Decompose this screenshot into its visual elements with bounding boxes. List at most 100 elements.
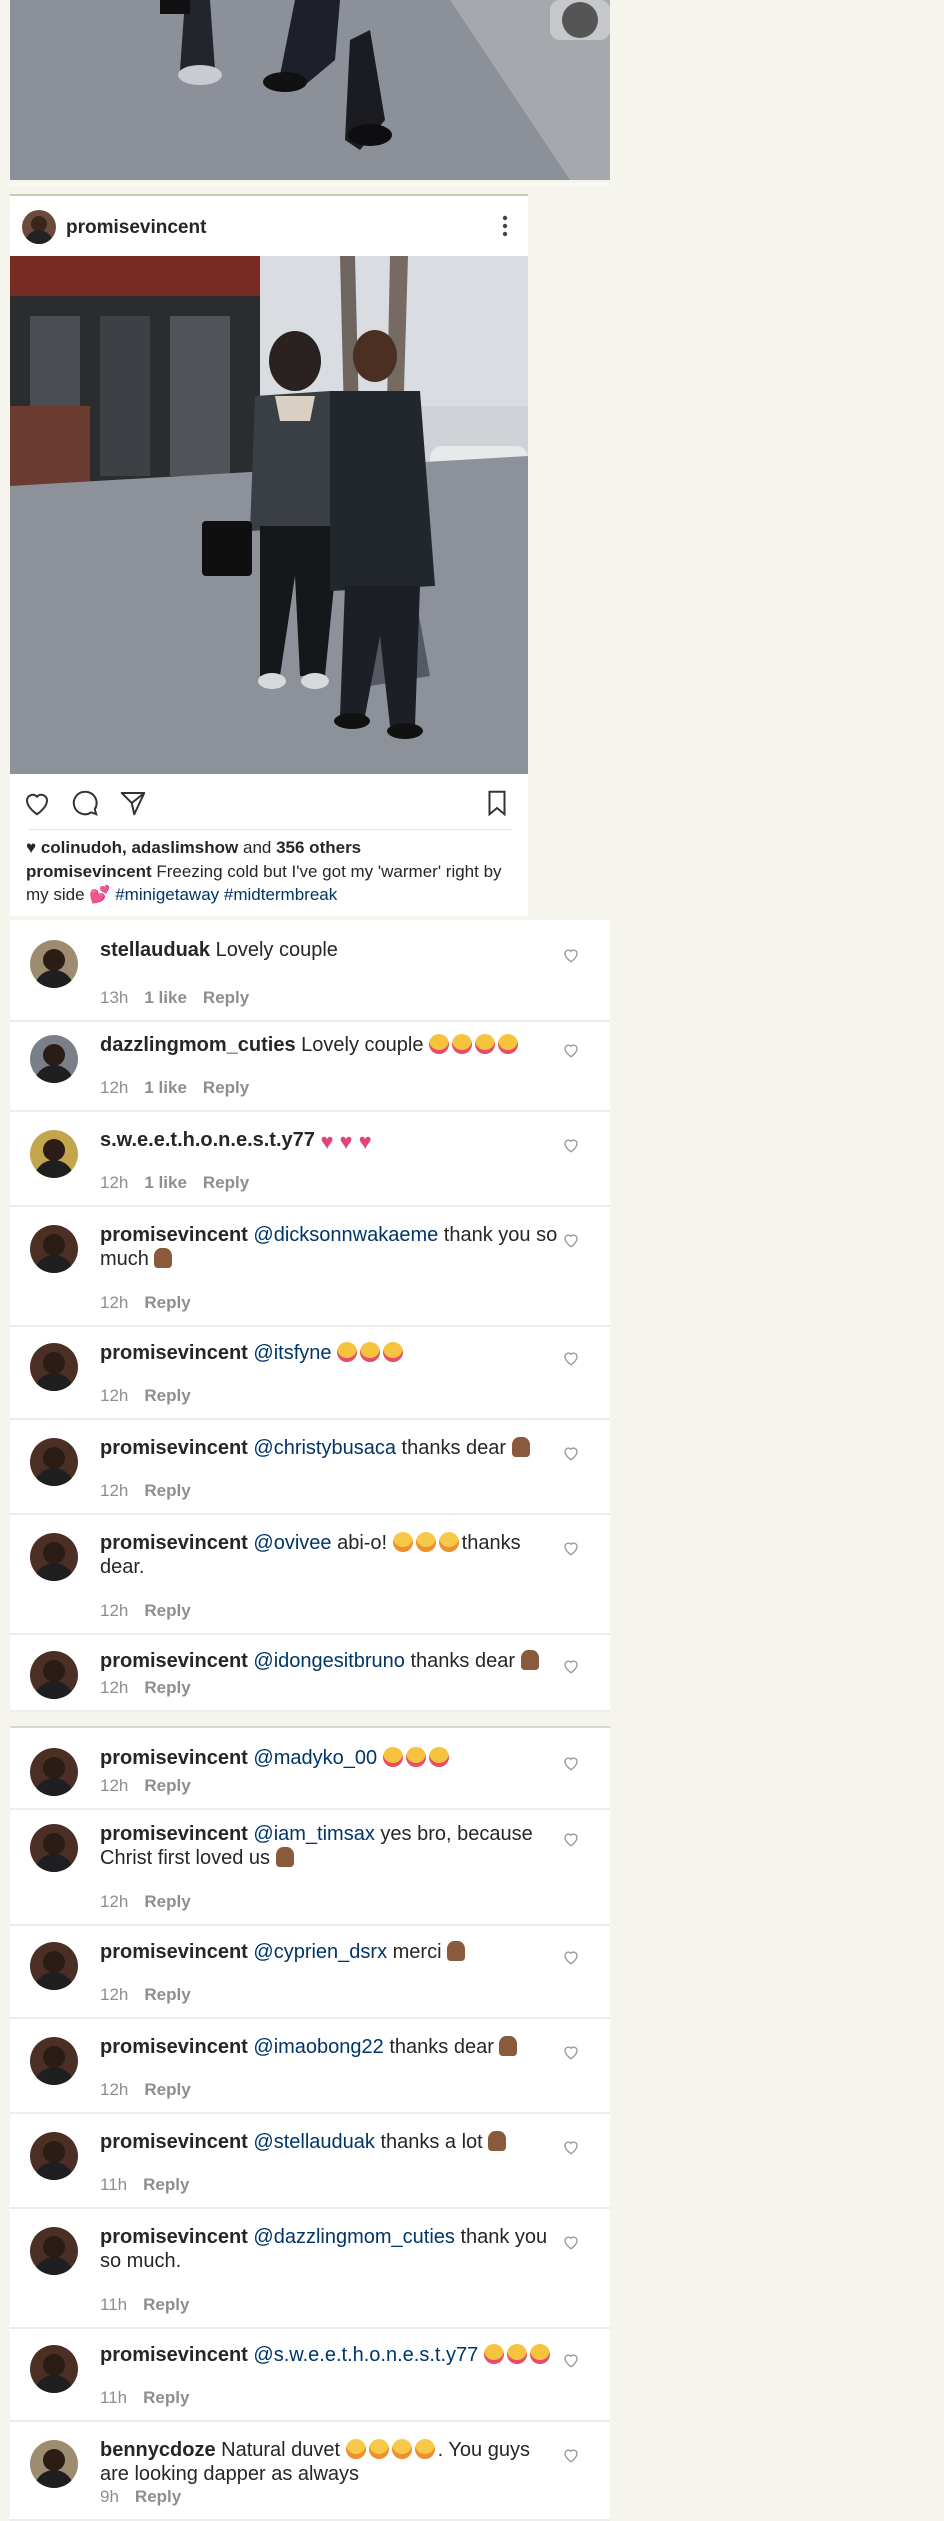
- reply-button[interactable]: Reply: [203, 1078, 249, 1097]
- avatar[interactable]: [30, 1533, 78, 1581]
- avatar[interactable]: [30, 2132, 78, 2180]
- comment-username[interactable]: promisevincent: [100, 1650, 248, 1672]
- comment-like-heart-icon[interactable]: [562, 1136, 580, 1154]
- avatar[interactable]: [30, 1748, 78, 1796]
- comment-like-heart-icon[interactable]: [562, 1830, 580, 1848]
- avatar[interactable]: [30, 1651, 78, 1699]
- hashtags[interactable]: #minigetaway #midtermbreak: [115, 885, 337, 904]
- reply-button[interactable]: Reply: [143, 2388, 189, 2407]
- avatar[interactable]: [30, 940, 78, 988]
- mention-link[interactable]: @itsfyne: [253, 1342, 331, 1364]
- comment-username[interactable]: promisevincent: [100, 2131, 248, 2153]
- comment-row: promisevincent @iam_timsax yes bro, beca…: [10, 1804, 610, 1926]
- avatar[interactable]: [30, 1824, 78, 1872]
- post-photo[interactable]: [10, 256, 528, 774]
- comment-like-heart-icon[interactable]: [562, 2138, 580, 2156]
- reply-button[interactable]: Reply: [203, 988, 249, 1007]
- more-options-icon[interactable]: [502, 214, 508, 238]
- bookmark-icon[interactable]: [482, 788, 512, 818]
- comment-icon[interactable]: [70, 788, 100, 818]
- comment-username[interactable]: promisevincent: [100, 1747, 248, 1769]
- comment-row: promisevincent @itsfyne 12h Reply: [10, 1323, 610, 1420]
- comment-like-heart-icon[interactable]: [562, 1349, 580, 1367]
- comment-like-heart-icon[interactable]: [562, 2233, 580, 2251]
- like-heart-icon[interactable]: [22, 788, 52, 818]
- comment-like-heart-icon[interactable]: [562, 1657, 580, 1675]
- avatar[interactable]: [30, 1343, 78, 1391]
- mention-link[interactable]: @s.w.e.e.t.h.o.n.e.s.t.y77: [253, 2344, 478, 2366]
- avatar[interactable]: [22, 210, 56, 244]
- comment-like-heart-icon[interactable]: [562, 1444, 580, 1462]
- comment-like-heart-icon[interactable]: [562, 946, 580, 964]
- likes-summary[interactable]: ♥ colinudoh, adaslimshow and 356 others: [26, 838, 361, 858]
- mention-link[interactable]: @dicksonnwakaeme: [253, 1224, 438, 1246]
- comment-body: thanks dear: [401, 1437, 507, 1459]
- reply-button[interactable]: Reply: [144, 1386, 190, 1405]
- comment-meta: 12h Reply: [100, 1776, 191, 1796]
- comment-username[interactable]: stellauduak: [100, 939, 210, 961]
- mention-link[interactable]: @ovivee: [253, 1532, 331, 1554]
- avatar[interactable]: [30, 1225, 78, 1273]
- divider: [10, 1712, 610, 1728]
- mention-link[interactable]: @madyko_00: [253, 1747, 377, 1769]
- avatar[interactable]: [30, 1130, 78, 1178]
- kiss-emoji-icon: [428, 1747, 449, 1767]
- post-username[interactable]: promisevincent: [66, 217, 206, 239]
- comment-username[interactable]: promisevincent: [100, 1941, 248, 1963]
- mention-link[interactable]: @dazzlingmom_cuties: [253, 2226, 455, 2248]
- mention-link[interactable]: @stellauduak: [253, 2131, 374, 2153]
- reply-button[interactable]: Reply: [144, 1776, 190, 1795]
- comment-like-heart-icon[interactable]: [562, 1948, 580, 1966]
- comment-username[interactable]: s.w.e.e.t.h.o.n.e.s.t.y77: [100, 1129, 315, 1151]
- mention-link[interactable]: @iam_timsax: [253, 1823, 374, 1845]
- comment-likes[interactable]: 1 like: [144, 1078, 187, 1097]
- reply-button[interactable]: Reply: [144, 1678, 190, 1697]
- reply-button[interactable]: Reply: [144, 1601, 190, 1620]
- comment-likes[interactable]: 1 like: [144, 988, 187, 1007]
- mention-link[interactable]: @christybusaca: [253, 1437, 396, 1459]
- others-count[interactable]: 356 others: [276, 838, 361, 857]
- comment-username[interactable]: promisevincent: [100, 2226, 248, 2248]
- comment-row: promisevincent @stellauduak thanks a lot…: [10, 2112, 610, 2209]
- reply-button[interactable]: Reply: [143, 2175, 189, 2194]
- comment-username[interactable]: bennycdoze: [100, 2439, 216, 2461]
- avatar[interactable]: [30, 1438, 78, 1486]
- comment-username[interactable]: promisevincent: [100, 1823, 248, 1845]
- comment-username[interactable]: promisevincent: [100, 1437, 248, 1459]
- comment-meta: 11h Reply: [100, 2295, 189, 2315]
- mention-link[interactable]: @imaobong22: [253, 2036, 383, 2058]
- caption-username[interactable]: promisevincent: [26, 862, 152, 881]
- comment-like-heart-icon[interactable]: [562, 1231, 580, 1249]
- reply-button[interactable]: Reply: [135, 2487, 181, 2506]
- comment-like-heart-icon[interactable]: [562, 1754, 580, 1772]
- comment-username[interactable]: dazzlingmom_cuties: [100, 1034, 296, 1056]
- mention-link[interactable]: @cyprien_dsrx: [253, 1941, 387, 1963]
- comment-username[interactable]: promisevincent: [100, 1224, 248, 1246]
- comment-like-heart-icon[interactable]: [562, 2446, 580, 2464]
- comment-like-heart-icon[interactable]: [562, 1539, 580, 1557]
- avatar[interactable]: [30, 2440, 78, 2488]
- mention-link[interactable]: @idongesitbruno: [253, 1650, 405, 1672]
- reply-button[interactable]: Reply: [144, 1293, 190, 1312]
- avatar[interactable]: [30, 1942, 78, 1990]
- share-icon[interactable]: [118, 788, 148, 818]
- reply-button[interactable]: Reply: [203, 1173, 249, 1192]
- reply-button[interactable]: Reply: [144, 1985, 190, 2004]
- comment-likes[interactable]: 1 like: [144, 1173, 187, 1192]
- reply-button[interactable]: Reply: [144, 1481, 190, 1500]
- avatar[interactable]: [30, 1035, 78, 1083]
- comment-username[interactable]: promisevincent: [100, 2344, 248, 2366]
- comment-like-heart-icon[interactable]: [562, 2043, 580, 2061]
- reply-button[interactable]: Reply: [144, 2080, 190, 2099]
- liker-names[interactable]: colinudoh, adaslimshow: [41, 838, 238, 857]
- comment-like-heart-icon[interactable]: [562, 2351, 580, 2369]
- comment-username[interactable]: promisevincent: [100, 2036, 248, 2058]
- comment-username[interactable]: promisevincent: [100, 1342, 248, 1364]
- comment-like-heart-icon[interactable]: [562, 1041, 580, 1059]
- avatar[interactable]: [30, 2227, 78, 2275]
- comment-username[interactable]: promisevincent: [100, 1532, 248, 1554]
- avatar[interactable]: [30, 2037, 78, 2085]
- reply-button[interactable]: Reply: [144, 1892, 190, 1911]
- reply-button[interactable]: Reply: [143, 2295, 189, 2314]
- avatar[interactable]: [30, 2345, 78, 2393]
